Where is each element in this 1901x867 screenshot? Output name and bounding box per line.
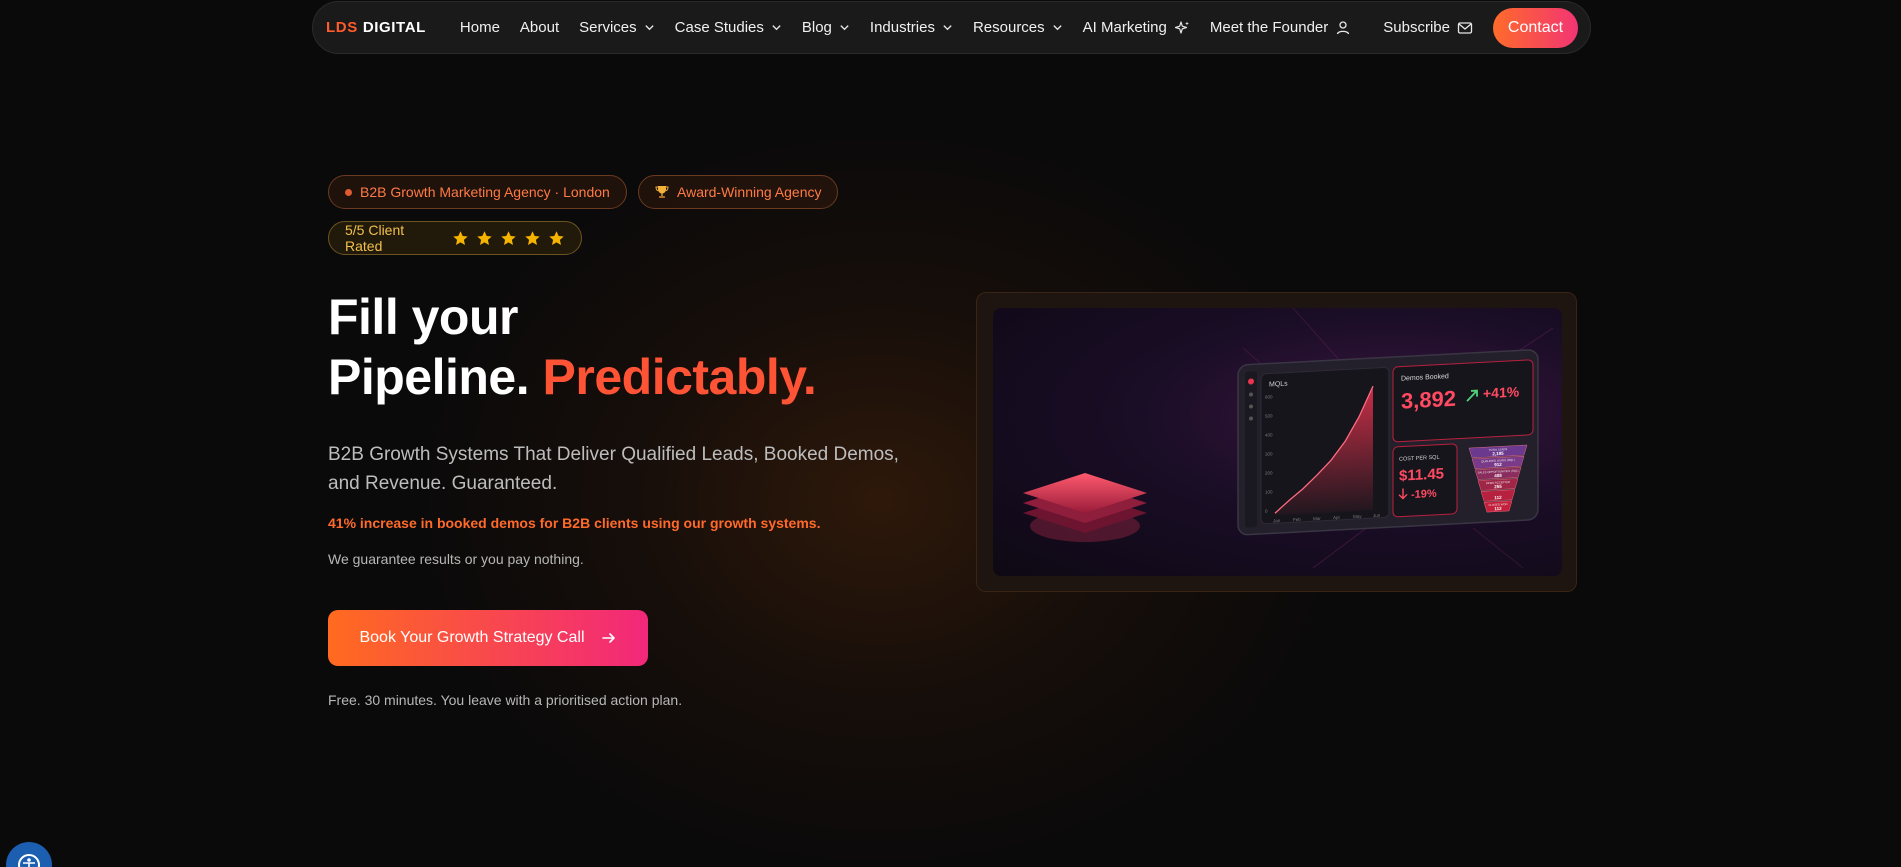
hero-line-2-text: Pipeline. (328, 349, 530, 405)
svg-text:+41%: +41% (1483, 383, 1520, 401)
funnel-stage-value: 2,195 (1492, 451, 1504, 457)
star-icon (477, 230, 492, 245)
star-icon (501, 230, 516, 245)
svg-text:3,892: 3,892 (1401, 386, 1456, 414)
nav-about[interactable]: About (520, 19, 559, 36)
nav-about-label: About (519, 19, 560, 36)
star-icon (525, 230, 540, 245)
arrow-right-icon (601, 633, 615, 643)
x-tick-label: Jun (1373, 513, 1381, 518)
nav-founder-label: Meet the Founder (1209, 19, 1329, 36)
x-tick-label: Jan (1273, 518, 1281, 523)
hero-image: MQLs 600 500 400 300 200 100 0 Jan Feb Mar Apr May… (993, 308, 1562, 576)
y-tick-label: 300 (1265, 451, 1273, 456)
y-tick-label: 500 (1265, 413, 1273, 418)
nav-ai-marketing[interactable]: AI Marketing (1083, 19, 1190, 36)
award-badge: Award-Winning Agency (638, 175, 839, 209)
star-icon (453, 230, 468, 245)
star-icon (549, 230, 564, 245)
book-call-button[interactable]: Book Your Growth Strategy Call (328, 610, 648, 666)
sparkle-icon (1174, 20, 1189, 34)
funnel-stage-value: 255 (1494, 484, 1502, 489)
hero-line-2: Pipeline. Predictably. (328, 347, 817, 407)
funnel-stage: 112 (1480, 489, 1516, 502)
book-call-label: Book Your Growth Strategy Call (359, 629, 585, 646)
funnel-stage-value: 112 (1494, 506, 1502, 511)
nav-services-label: Services (579, 19, 637, 36)
hero-heading: Fill your Pipeline. Predictably. (328, 287, 817, 407)
nav-home[interactable]: Home (460, 19, 500, 36)
nav-blog-label: Blog (801, 19, 832, 36)
agency-badge: B2B Growth Marketing Agency · London (328, 175, 627, 209)
x-tick-label: May (1353, 514, 1362, 519)
logo-lds: LDS (326, 19, 358, 36)
nav-resources-label: Resources (972, 19, 1045, 36)
y-tick-label: 600 (1265, 394, 1273, 399)
nav-subscribe-label: Subscribe (1383, 19, 1450, 36)
chevron-down-icon (840, 25, 849, 31)
mail-icon (1457, 21, 1473, 34)
nav-subscribe[interactable]: Subscribe (1383, 19, 1473, 36)
nav-founder[interactable]: Meet the Founder (1210, 19, 1351, 36)
chevron-down-icon (645, 25, 654, 31)
glow-stack (1023, 473, 1147, 542)
dashboard-illustration: MQLs 6005004003002001000 Jan Feb Mar Apr May… (1023, 308, 1554, 569)
nav-home-label: Home (459, 19, 500, 36)
nav-resources[interactable]: Resources (973, 19, 1063, 36)
nav-case-studies[interactable]: Case Studies (675, 19, 782, 36)
nav-ai-marketing-label: AI Marketing (1082, 19, 1167, 36)
hero-accent: Predictably. (542, 349, 817, 405)
funnel-stage-value: 408 (1494, 473, 1502, 478)
contact-button[interactable]: Contact (1492, 7, 1578, 48)
y-tick-label: 100 (1265, 489, 1273, 494)
logo-digital: DIGITAL (362, 19, 426, 36)
nav-blog[interactable]: Blog (802, 19, 850, 36)
nav-services[interactable]: Services (579, 19, 655, 36)
top-navigation: LDS DIGITAL Home About Services Case Stu… (312, 1, 1591, 54)
funnel-stage-value: 112 (1494, 495, 1502, 500)
funnel-stage: SALES OPPORTUNITIES (SQL)408 (1474, 467, 1522, 480)
chevron-down-icon (1053, 25, 1062, 31)
hero-subtitle: B2B Growth Systems That Deliver Qualifie… (328, 444, 899, 494)
rating-label: 5/5 Client Rated (345, 222, 405, 254)
funnel-stage: CLOSED WON112 (1483, 500, 1513, 513)
y-tick-label: 400 (1265, 432, 1273, 437)
status-dot (345, 188, 352, 196)
nav-industries[interactable]: Industries (870, 19, 953, 36)
nav-industries-label: Industries (869, 19, 935, 36)
x-tick-label: Feb (1293, 517, 1301, 522)
star-rating (452, 230, 565, 247)
brand-logo[interactable]: LDS DIGITAL (326, 19, 426, 36)
agency-badge-label: B2B Growth Marketing Agency · London (360, 184, 610, 200)
nav-case-studies-label: Case Studies (674, 19, 764, 36)
rating-badge: 5/5 Client Rated (328, 221, 582, 255)
chevron-down-icon (772, 25, 781, 31)
accessibility-button[interactable] (6, 842, 52, 867)
x-tick-label: Mar (1313, 516, 1321, 521)
user-icon (1337, 20, 1350, 34)
hero-line-1: Fill your (328, 289, 518, 345)
hero-image-frame: MQLs 600 500 400 300 200 100 0 Jan Feb Mar Apr May… (976, 292, 1577, 592)
y-tick-label: 200 (1265, 470, 1273, 475)
x-tick-label: Apr (1333, 515, 1340, 520)
chevron-down-icon (943, 25, 952, 31)
trophy-icon (655, 186, 669, 198)
chart-label: MQLs (1269, 381, 1288, 389)
hero-guarantee: We guarantee results or you pay nothing. (328, 551, 584, 567)
tablet-device: MQLs 6005004003002001000 Jan Feb Mar Apr May… (1237, 349, 1539, 536)
funnel-stage-value: 912 (1494, 462, 1502, 467)
accessibility-icon (18, 854, 40, 867)
cta-note: Free. 30 minutes. You leave with a prior… (328, 692, 683, 708)
award-badge-label: Award-Winning Agency (677, 184, 822, 200)
hero-stat: 41% increase in booked demos for B2B cli… (328, 515, 821, 531)
funnel-stage: DEMO ACCEPTED255 (1477, 478, 1519, 491)
svg-text:$11.45: $11.45 (1399, 465, 1444, 484)
svg-text:-19%: -19% (1411, 488, 1437, 501)
